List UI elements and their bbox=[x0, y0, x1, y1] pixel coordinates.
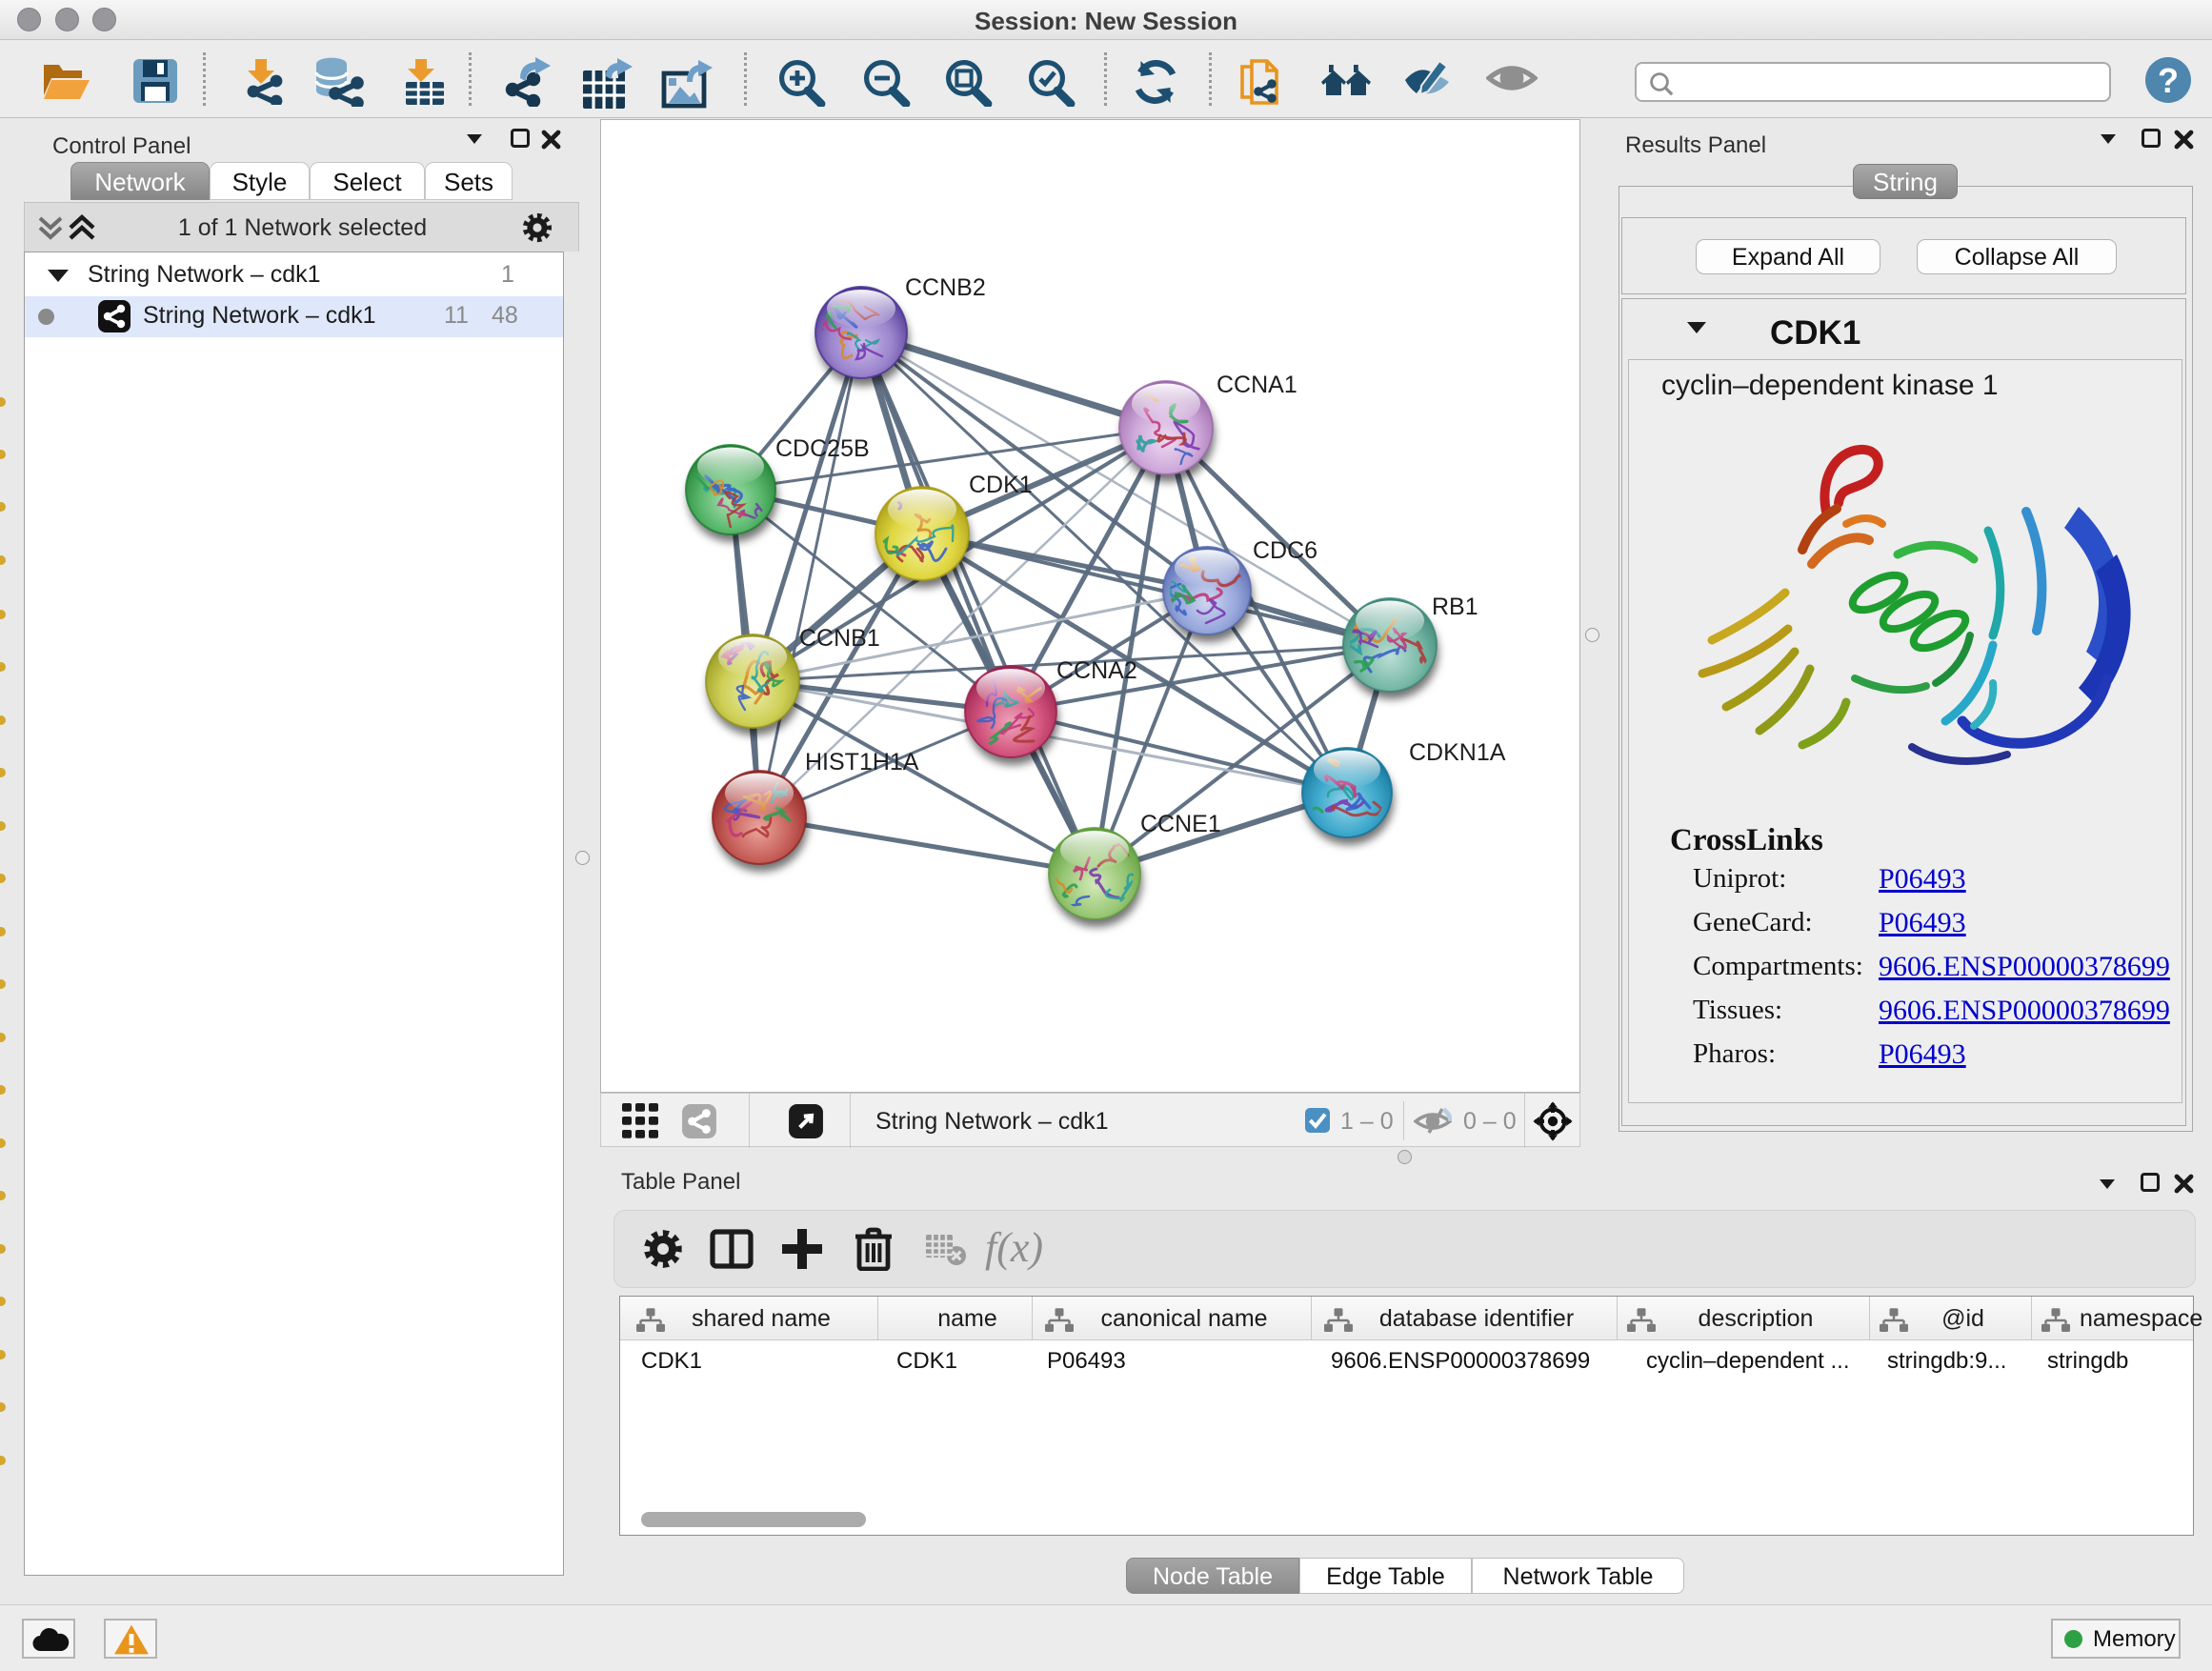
svg-text:CCNB2: CCNB2 bbox=[905, 274, 986, 301]
svg-text:CDKN1A: CDKN1A bbox=[1409, 739, 1506, 766]
svg-text:?: ? bbox=[2158, 61, 2179, 100]
svg-text:CCNA1: CCNA1 bbox=[1217, 372, 1297, 398]
svg-text:CDC25B: CDC25B bbox=[775, 435, 870, 462]
svg-text:CCNA2: CCNA2 bbox=[1056, 657, 1137, 684]
svg-text:CCNE1: CCNE1 bbox=[1140, 811, 1221, 837]
svg-text:CDC6: CDC6 bbox=[1253, 537, 1317, 564]
svg-text:CDK1: CDK1 bbox=[969, 472, 1033, 498]
svg-text:CCNB1: CCNB1 bbox=[799, 625, 880, 652]
svg-text:HIST1H1A: HIST1H1A bbox=[805, 749, 919, 775]
svg-text:RB1: RB1 bbox=[1432, 594, 1478, 620]
